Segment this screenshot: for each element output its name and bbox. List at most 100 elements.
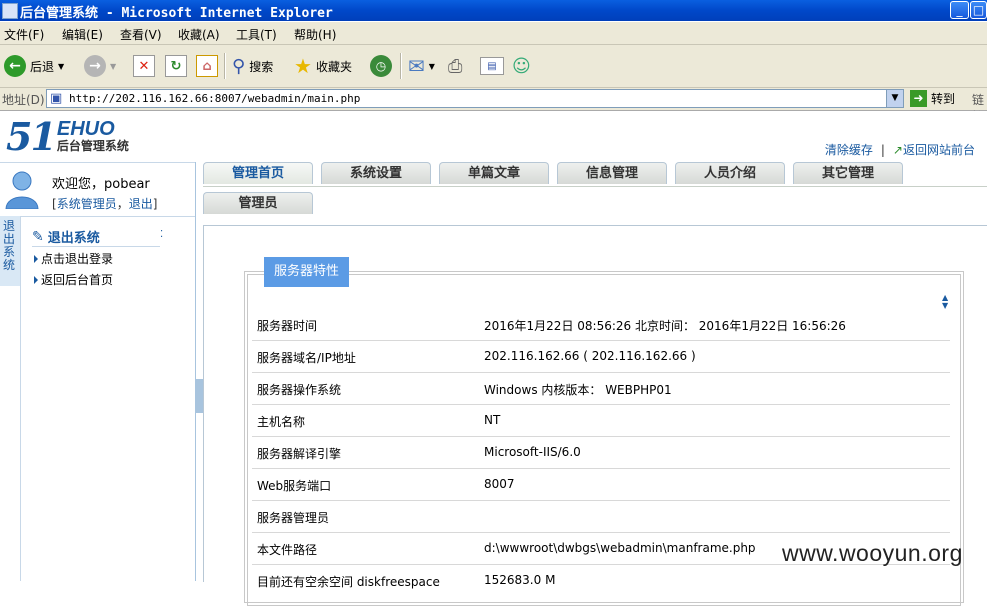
edit-button[interactable]: ▤ bbox=[480, 53, 504, 79]
left-panel-divider bbox=[20, 216, 21, 581]
history-button[interactable]: ◷ bbox=[370, 53, 392, 79]
row-key: 服务器时间 bbox=[257, 319, 318, 333]
home-icon: ⌂ bbox=[196, 55, 218, 77]
return-arrow-icon: ↗ bbox=[892, 143, 903, 157]
welcome-text: 欢迎您，pobear bbox=[52, 177, 150, 192]
row-key: 服务器操作系统 bbox=[257, 383, 342, 397]
mail-icon: ✉ bbox=[408, 54, 425, 78]
search-button[interactable]: ⚲ 搜索 bbox=[232, 53, 273, 79]
printer-icon: ⎙ bbox=[448, 55, 463, 77]
refresh-button[interactable]: ↻ bbox=[165, 53, 187, 79]
row-key: Web服务端口 bbox=[257, 479, 332, 493]
exit-system-side-tab[interactable]: 退出系统 bbox=[0, 216, 21, 286]
logo-number: 51 bbox=[6, 114, 57, 159]
go-button[interactable]: ➜ 转到 bbox=[910, 90, 955, 107]
left-menu-heading: ✎ 退出系统 bbox=[32, 227, 100, 247]
table-row: 服务器管理员 bbox=[252, 501, 950, 533]
user-role: [系统管理员，退出] bbox=[52, 197, 158, 211]
address-dropdown-icon[interactable]: ▼ bbox=[886, 90, 903, 107]
menu-tools[interactable]: 工具(T) bbox=[236, 26, 277, 43]
address-bar: 地址(D) ▣ http://202.116.162.66:8007/webad… bbox=[0, 88, 987, 124]
star-icon: ★ bbox=[294, 54, 312, 78]
menu-item-label: 点击退出登录 bbox=[41, 252, 114, 266]
row-key: 本文件路径 bbox=[257, 543, 318, 557]
tab-other-management[interactable]: 其它管理 bbox=[793, 162, 903, 184]
row-key: 服务器管理员 bbox=[257, 511, 330, 525]
tab-administrator[interactable]: 管理员 bbox=[203, 192, 313, 214]
go-label: 转到 bbox=[931, 92, 956, 106]
sidebar-collapse-handle[interactable] bbox=[195, 379, 203, 413]
menu-item-admin-home[interactable]: 返回后台首页 bbox=[34, 271, 113, 288]
collapse-dots-icon[interactable]: ⁚ bbox=[160, 229, 163, 240]
menu-item-label: 返回后台首页 bbox=[41, 273, 114, 287]
user-box: 欢迎您，pobear [系统管理员，退出] bbox=[0, 162, 195, 217]
address-input[interactable]: ▣ http://202.116.162.66:8007/webadmin/ma… bbox=[46, 89, 904, 108]
row-key: 主机名称 bbox=[257, 415, 306, 429]
back-arrow-icon: ← bbox=[4, 55, 26, 77]
logout-link[interactable]: 退出 bbox=[129, 197, 153, 211]
back-front-link[interactable]: ↗返回网站前台 bbox=[893, 141, 975, 158]
stop-button[interactable]: ✕ bbox=[133, 53, 155, 79]
minimize-button[interactable]: _ bbox=[950, 1, 969, 19]
favorites-label: 收藏夹 bbox=[315, 59, 352, 74]
watermark: www.wooyun.org bbox=[782, 540, 963, 566]
top-links: 清除缓存 | ↗返回网站前台 bbox=[825, 141, 975, 158]
go-arrow-icon: ➜ bbox=[910, 90, 927, 107]
row-value: 152683.0 M bbox=[484, 573, 556, 587]
mail-button[interactable]: ✉ ▼ bbox=[408, 53, 435, 79]
edit-icon: ▤ bbox=[480, 57, 504, 75]
link-separator: | bbox=[880, 142, 885, 157]
tab-info-management[interactable]: 信息管理 bbox=[557, 162, 667, 184]
search-icon: ⚲ bbox=[232, 55, 246, 77]
stop-icon: ✕ bbox=[133, 55, 155, 77]
row-value: Microsoft-IIS/6.0 bbox=[484, 445, 581, 459]
back-button[interactable]: ← 后退 ▼ bbox=[4, 53, 64, 79]
site-logo: 51 EHUO 后台管理系统 bbox=[6, 114, 129, 159]
menu-help[interactable]: 帮助(H) bbox=[294, 26, 336, 43]
window-title: 后台管理系统 - Microsoft Internet Explorer bbox=[20, 6, 333, 21]
scroll-arrows-icon[interactable]: ▲ ▼ bbox=[942, 294, 948, 310]
forward-button[interactable]: → ▼ bbox=[84, 53, 116, 79]
row-value: NT bbox=[484, 413, 501, 427]
dropdown-icon: ▼ bbox=[428, 61, 435, 71]
tab-staff-intro[interactable]: 人员介绍 bbox=[675, 162, 785, 184]
bullet-arrow-icon bbox=[34, 254, 38, 263]
tab-baseline bbox=[203, 186, 987, 187]
table-row: 服务器操作系统 Windows 内核版本： WEBPHP01 bbox=[252, 373, 950, 405]
forward-arrow-icon: → bbox=[84, 55, 106, 77]
row-value: d:\wwwroot\dwbgs\webadmin\manframe.php bbox=[484, 541, 756, 555]
menu-item-logout[interactable]: 点击退出登录 bbox=[34, 250, 113, 267]
refresh-icon: ↻ bbox=[165, 55, 187, 77]
home-button[interactable]: ⌂ bbox=[196, 53, 218, 79]
role-link[interactable]: 系统管理员 bbox=[57, 197, 117, 211]
left-menu-title: 退出系统 bbox=[47, 231, 100, 246]
tab-system-settings[interactable]: 系统设置 bbox=[321, 162, 431, 184]
table-row: 服务器域名/IP地址 202.116.162.66 ( 202.116.162.… bbox=[252, 341, 950, 373]
ie-page-icon bbox=[2, 3, 18, 19]
toolbar: ← 后退 ▼ → ▼ ✕ ↻ ⌂ ⚲ 搜索 ★ 收藏夹 ◷ ✉ ▼ ⎙ ▤ ☺ bbox=[0, 45, 987, 88]
favorites-button[interactable]: ★ 收藏夹 bbox=[294, 53, 352, 79]
logo-subtitle: 后台管理系统 bbox=[56, 139, 129, 153]
menu-view[interactable]: 查看(V) bbox=[120, 26, 162, 43]
print-button[interactable]: ⎙ bbox=[448, 53, 462, 79]
menu-favorites[interactable]: 收藏(A) bbox=[178, 26, 220, 43]
user-avatar-icon bbox=[5, 171, 39, 209]
page-icon: ▣ bbox=[50, 91, 63, 106]
maximize-button[interactable]: □ bbox=[970, 1, 987, 19]
side-tab-label: 退出系统 bbox=[3, 219, 16, 272]
dropdown-icon: ▼ bbox=[58, 61, 65, 71]
clear-cache-link[interactable]: 清除缓存 bbox=[825, 141, 873, 158]
row-key: 目前还有空余空间 diskfreespace bbox=[257, 575, 440, 589]
dropdown-icon: ▼ bbox=[110, 61, 117, 71]
main-panel: 服务器特性 ▲ ▼ 服务器时间 2016年1月22日 08:56:26 北京时间：… bbox=[203, 225, 987, 606]
menu-edit[interactable]: 编辑(E) bbox=[62, 26, 103, 43]
row-value: 202.116.162.66 ( 202.116.162.66 ) bbox=[484, 349, 696, 363]
tab-single-article[interactable]: 单篇文章 bbox=[439, 162, 549, 184]
row-value: Windows 内核版本： WEBPHP01 bbox=[484, 383, 672, 397]
search-label: 搜索 bbox=[249, 59, 274, 74]
messenger-button[interactable]: ☺ bbox=[512, 53, 531, 79]
row-value: 2016年1月22日 08:56:26 北京时间： 2016年1月22日 16:… bbox=[484, 319, 846, 333]
edit-doc-icon: ✎ bbox=[32, 228, 44, 245]
tab-admin-home[interactable]: 管理首页 bbox=[203, 162, 313, 184]
menu-file[interactable]: 文件(F) bbox=[4, 26, 44, 43]
